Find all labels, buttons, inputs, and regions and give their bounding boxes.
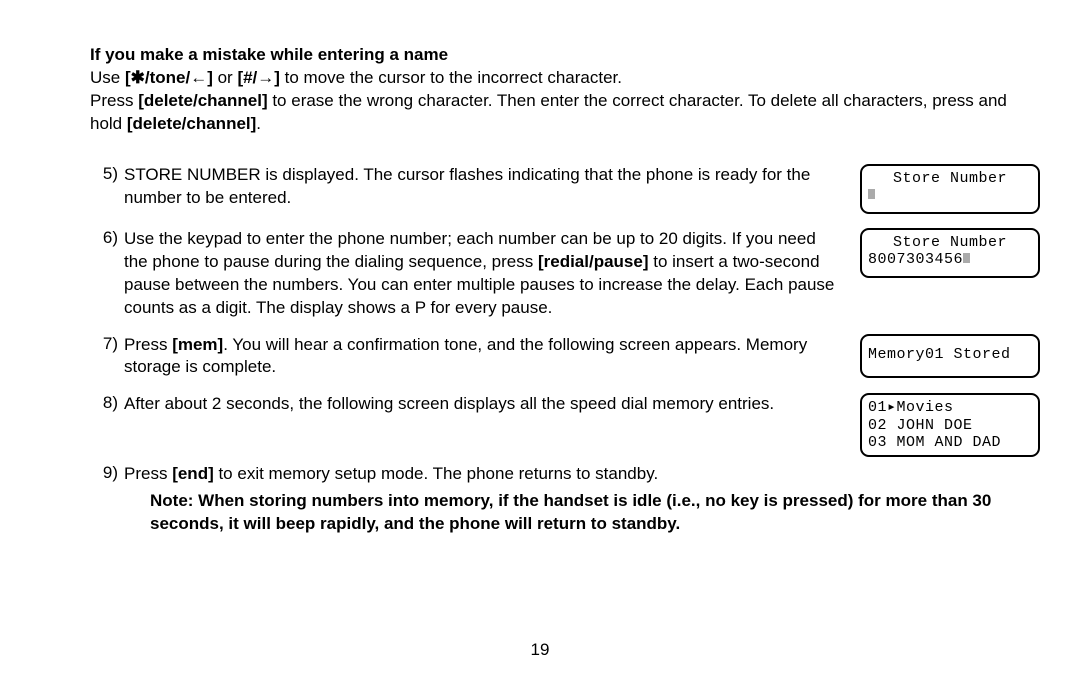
key-redial-pause: [redial/pause] bbox=[538, 252, 649, 271]
lcd-line: Store Number bbox=[868, 170, 1032, 187]
step-number: 9) bbox=[90, 463, 124, 483]
text: Press bbox=[124, 335, 172, 354]
text: Press bbox=[124, 464, 172, 483]
cursor-icon bbox=[868, 189, 875, 199]
step-5-row: 5) STORE NUMBER is displayed. The cursor… bbox=[90, 164, 1040, 214]
key-end: [end] bbox=[172, 464, 214, 483]
intro-block: If you make a mistake while entering a n… bbox=[90, 44, 1040, 136]
lcd-line: 03 MOM AND DAD bbox=[868, 434, 1032, 451]
lcd-screen-speed-dial-list: 01▸Movies02 JOHN DOE03 MOM AND DAD bbox=[860, 393, 1040, 457]
lcd-line: Memory01 Stored bbox=[868, 346, 1032, 363]
cursor-icon bbox=[963, 253, 970, 263]
lcd-line: 8007303456 bbox=[868, 251, 1032, 268]
lcd-line: 02 JOHN DOE bbox=[868, 417, 1032, 434]
step-5-text: STORE NUMBER is displayed. The cursor fl… bbox=[124, 164, 852, 210]
key-mem: [mem] bbox=[172, 335, 223, 354]
lcd-screen-memory-stored: Memory01 Stored bbox=[860, 334, 1040, 378]
lcd-phone-number: 8007303456 bbox=[868, 251, 963, 268]
text: to move the cursor to the incorrect char… bbox=[280, 68, 622, 87]
note-text: Note: When storing numbers into memory, … bbox=[150, 490, 1040, 536]
lcd-screen-store-number-filled: Store Number8007303456 bbox=[860, 228, 1040, 278]
intro-line2: Use [✱/tone/←] or [#/→] to move the curs… bbox=[90, 67, 1040, 90]
intro-line3: Press [delete/channel] to erase the wron… bbox=[90, 90, 1040, 136]
step-9-text: Press [end] to exit memory setup mode. T… bbox=[124, 463, 852, 486]
step-7-row: 7) Press [mem]. You will hear a confirma… bbox=[90, 334, 1040, 380]
text: . You will hear a confirmation tone, and… bbox=[124, 335, 807, 377]
lcd-cursor-line bbox=[868, 187, 1032, 204]
key-star-tone-left: [✱/tone/←] bbox=[125, 68, 213, 87]
step-8-row: 8) After about 2 seconds, the following … bbox=[90, 393, 1040, 457]
page-number: 19 bbox=[0, 640, 1080, 660]
key-hash-right: [#/→] bbox=[237, 68, 280, 87]
key-delete-channel: [delete/channel] bbox=[127, 114, 256, 133]
step-number: 7) bbox=[90, 334, 124, 354]
step-9-row: 9) Press [end] to exit memory setup mode… bbox=[90, 463, 1040, 486]
lcd-screen-store-number-empty: Store Number bbox=[860, 164, 1040, 214]
step-8-text: After about 2 seconds, the following scr… bbox=[124, 393, 852, 416]
text: Use bbox=[90, 68, 125, 87]
step-number: 5) bbox=[90, 164, 124, 184]
text: . bbox=[256, 114, 261, 133]
step-6-text: Use the keypad to enter the phone number… bbox=[124, 228, 852, 320]
step-6-row: 6) Use the keypad to enter the phone num… bbox=[90, 228, 1040, 320]
text: Press bbox=[90, 91, 138, 110]
text: or bbox=[213, 68, 238, 87]
lcd-line: 01▸Movies bbox=[868, 399, 1032, 416]
step-number: 6) bbox=[90, 228, 124, 248]
step-7-text: Press [mem]. You will hear a confirmatio… bbox=[124, 334, 852, 380]
text: to exit memory setup mode. The phone ret… bbox=[214, 464, 658, 483]
step-number: 8) bbox=[90, 393, 124, 413]
manual-page: If you make a mistake while entering a n… bbox=[0, 0, 1080, 536]
lcd-line: Store Number bbox=[868, 234, 1032, 251]
key-delete-channel: [delete/channel] bbox=[138, 91, 267, 110]
intro-heading: If you make a mistake while entering a n… bbox=[90, 44, 1040, 67]
